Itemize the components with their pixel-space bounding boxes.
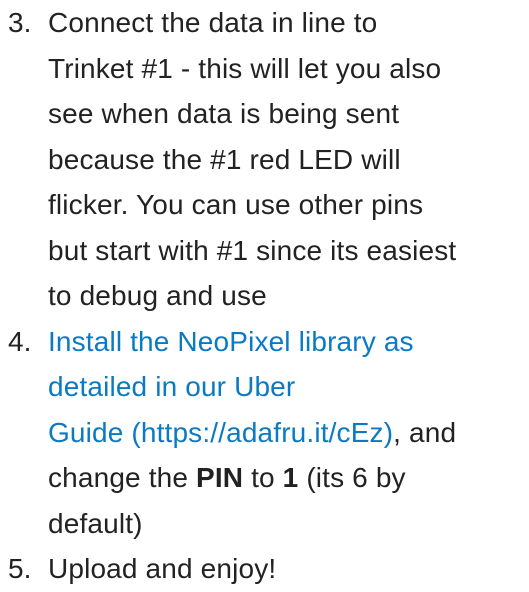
step-4-line-5: default) bbox=[48, 507, 143, 539]
step-3-line-2: Trinket #1 - this will let you also bbox=[48, 52, 442, 84]
pin-label: PIN bbox=[196, 462, 244, 493]
step-3-line-3: see when data is being sent bbox=[48, 98, 400, 129]
step-4-number: 4. bbox=[8, 325, 32, 357]
step-4-line-3: Guide (https://adafru.it/cEz), and bbox=[48, 410, 529, 456]
neopixel-guide-link-line-1[interactable]: Install the NeoPixel library as bbox=[48, 326, 414, 357]
step-4-line-1: Install the NeoPixel library as bbox=[48, 319, 529, 365]
step-5-number: 5. bbox=[8, 553, 32, 584]
step-3-number: 3. bbox=[8, 7, 32, 38]
step-3: 3. Connect the data in line to Trinket #… bbox=[0, 0, 529, 319]
step-4: 4. Install the NeoPixel library as detai… bbox=[0, 319, 529, 547]
step-3-line-4: because the #1 red LED will bbox=[48, 143, 401, 175]
step-3-line-6: but start with #1 since its easiest bbox=[48, 234, 457, 266]
neopixel-guide-link-line-2[interactable]: detailed in our Uber bbox=[48, 371, 295, 402]
step-4-to-text: to bbox=[243, 462, 283, 493]
steps-list: 3. Connect the data in line to Trinket #… bbox=[0, 0, 529, 592]
neopixel-guide-link-line-3[interactable]: Guide (https://adafru.it/cEz) bbox=[48, 417, 393, 448]
pin-value: 1 bbox=[282, 462, 299, 493]
step-5: 5. Upload and enjoy! bbox=[0, 546, 529, 592]
step-3-line-7: to debug and use bbox=[48, 280, 267, 311]
step-4-line-4: change the PIN to 1 (its 6 by bbox=[48, 455, 529, 501]
step-4-and-text: , and bbox=[393, 416, 457, 448]
step-3-line-5: flicker. You can use other pins bbox=[48, 189, 424, 220]
step-3-line-1: Connect the data in line to bbox=[48, 7, 378, 38]
step-5-line-1: Upload and enjoy! bbox=[48, 553, 277, 584]
instruction-document: 3. Connect the data in line to Trinket #… bbox=[0, 0, 529, 588]
step-4-line-2: detailed in our Uber bbox=[48, 364, 529, 410]
step-4-default-note: (its 6 by bbox=[298, 462, 406, 493]
step-4-change-text: change the bbox=[48, 462, 196, 493]
